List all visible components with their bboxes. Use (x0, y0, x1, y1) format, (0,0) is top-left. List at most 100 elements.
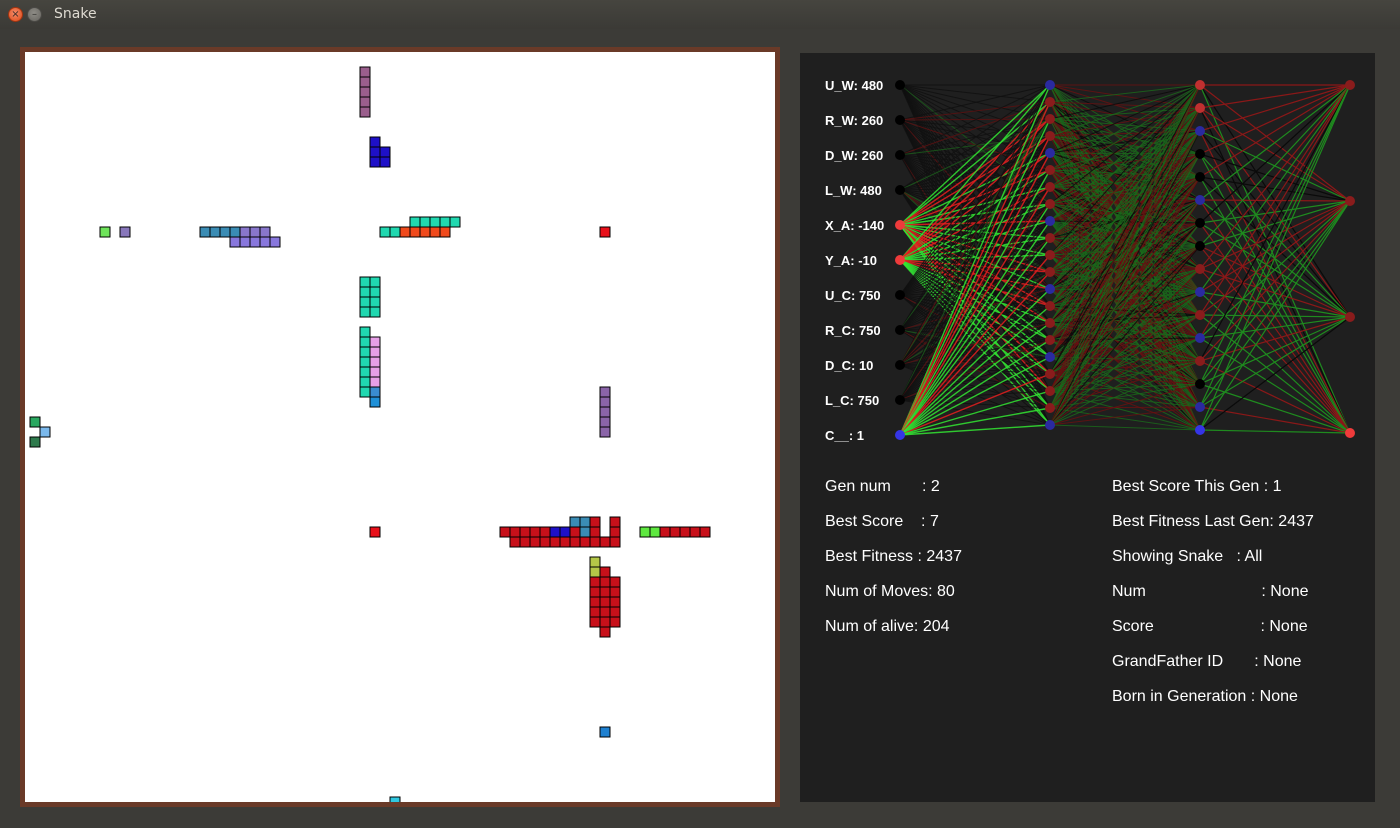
snake-cell (369, 276, 381, 288)
input-label: R_W: 260 (825, 113, 883, 128)
hidden2-node (1195, 333, 1205, 343)
snake-cell (369, 286, 381, 298)
snake-cell (359, 66, 371, 78)
snake-cell (409, 216, 421, 228)
hidden2-node (1195, 379, 1205, 389)
snake-cell (389, 226, 401, 238)
hidden1-node (1045, 97, 1055, 107)
snake-cell (519, 526, 531, 538)
snake-cell (389, 796, 401, 802)
input-label: R_C: 750 (825, 323, 881, 338)
snake-cell (199, 226, 211, 238)
stat-best-score-this-gen: Best Score This Gen : 1 (1112, 478, 1282, 495)
snake-cell (259, 226, 271, 238)
snake-cell (409, 226, 421, 238)
snake-cell (609, 526, 621, 538)
snake-cell (359, 286, 371, 298)
snake-cell (639, 526, 651, 538)
stat-born-in-generation: Born in Generation : None (1112, 688, 1298, 705)
snake-cell (579, 526, 591, 538)
snake-cell (509, 526, 521, 538)
neural-network-diagram: U_W: 480 R_W: 260 D_W: 260 L_W: 480 X_A: -14… (825, 78, 1355, 443)
snake-cell (539, 536, 551, 548)
snake-cell (369, 396, 381, 408)
snake-cell (599, 226, 611, 238)
snake-cell (359, 96, 371, 108)
snake-cell (229, 226, 241, 238)
hidden1-node (1045, 335, 1055, 345)
snake-cell (609, 516, 621, 528)
stat-num-moves: Num of Moves: 80 (825, 583, 955, 600)
snake-cell (369, 366, 381, 378)
snake-cell (369, 156, 381, 168)
snake-cell (29, 436, 41, 448)
snake-cell (549, 536, 561, 548)
snake-cell (219, 226, 231, 238)
snake-cell (369, 376, 381, 388)
hidden1-node (1045, 80, 1055, 90)
snake-cell (369, 336, 381, 348)
snake-cell (599, 386, 611, 398)
snake-cell (579, 516, 591, 528)
snake-cell (569, 516, 581, 528)
stat-best-score: Best Score : 7 (825, 513, 939, 530)
output-node (1345, 196, 1355, 206)
snake-cell (599, 626, 611, 638)
snake-cell (369, 136, 381, 148)
hidden1-node (1045, 403, 1055, 413)
hidden2-node (1195, 402, 1205, 412)
snake-cell (589, 556, 601, 568)
input-node (895, 430, 905, 440)
hidden1-node (1045, 131, 1055, 141)
hidden2-node (1195, 126, 1205, 136)
minimize-icon: – (32, 9, 37, 20)
input-node (895, 290, 905, 300)
snake-cell (369, 526, 381, 538)
snake-cell (439, 226, 451, 238)
stat-best-fitness: Best Fitness : 2437 (825, 548, 962, 565)
snake-cell (359, 366, 371, 378)
snake-cell (99, 226, 111, 238)
hidden2-node (1195, 195, 1205, 205)
snake-cell (609, 586, 621, 598)
input-node (895, 255, 905, 265)
stat-gen-num: Gen num : 2 (825, 478, 940, 495)
snake-cell (429, 216, 441, 228)
snake-cell (549, 526, 561, 538)
hidden1-node (1045, 420, 1055, 430)
snake-cell (649, 526, 661, 538)
hidden1-node (1045, 199, 1055, 209)
connections-hidden-hidden (1049, 84, 1201, 431)
snake-cell (519, 536, 531, 548)
hidden2-node (1195, 264, 1205, 274)
hidden1-node (1045, 369, 1055, 379)
hidden1-node (1045, 386, 1055, 396)
hidden1-node (1045, 267, 1055, 277)
hidden1-node (1045, 250, 1055, 260)
snake-cell (359, 296, 371, 308)
snake-cell (599, 536, 611, 548)
input-label: U_C: 750 (825, 288, 881, 303)
snake-cell (499, 526, 511, 538)
snake-cell (609, 616, 621, 628)
hidden2-node (1195, 356, 1205, 366)
hidden1-node (1045, 352, 1055, 362)
minimize-window-button[interactable]: – (27, 7, 42, 22)
hidden1-node (1045, 114, 1055, 124)
snake-cell (249, 226, 261, 238)
snake-cell (429, 226, 441, 238)
hidden1-node (1045, 182, 1055, 192)
snake-cell (599, 586, 611, 598)
snake-cell (609, 576, 621, 588)
snake-cell (599, 606, 611, 618)
snake-cell (359, 356, 371, 368)
close-icon: × (11, 9, 20, 20)
connections-input-hidden (899, 84, 1051, 436)
snake-cell (359, 326, 371, 338)
stat-grandfather-id: GrandFather ID : None (1112, 653, 1302, 670)
game-board (20, 47, 780, 807)
stat-score: Score : None (1112, 618, 1308, 635)
snake-cell (559, 536, 571, 548)
close-window-button[interactable]: × (8, 7, 23, 22)
snake-cell (689, 526, 701, 538)
